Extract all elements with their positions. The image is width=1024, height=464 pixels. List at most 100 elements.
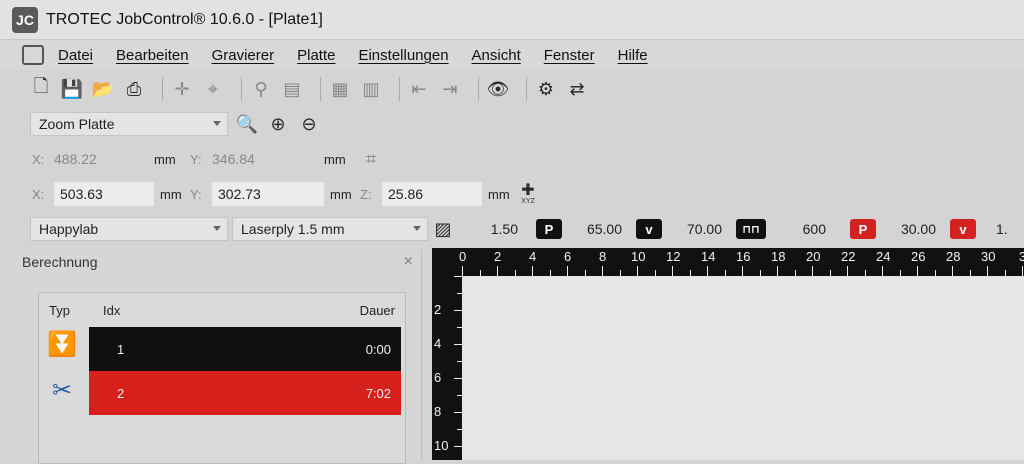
ruler-top-label: 3 (1019, 249, 1024, 264)
ruler-tick (707, 266, 708, 276)
save-icon[interactable]: 💾 (61, 78, 83, 100)
y-input[interactable]: 302.73 (212, 182, 324, 206)
new-file-icon[interactable]: 🗋 (30, 76, 52, 100)
laser-settings-icon[interactable]: ⚲ (250, 78, 272, 100)
velocity-value[interactable]: 70.00 (662, 221, 722, 237)
job-idx: 1 (117, 341, 125, 357)
ruler-tick (882, 266, 883, 276)
menu-datei[interactable]: Datei (58, 47, 93, 64)
header-idx: Idx (103, 303, 121, 318)
ruler-top-label: 26 (911, 249, 926, 264)
toolbar-separator (478, 77, 479, 101)
eye-icon[interactable]: 👁 (487, 78, 510, 100)
x-input[interactable]: 503.63 (54, 182, 154, 206)
panel-header: Berechnung × (14, 250, 421, 274)
job-row[interactable]: 2 7:02 (89, 371, 401, 415)
position-crosshair-icon[interactable]: ✛ (171, 78, 193, 100)
power-badge: P (536, 219, 562, 239)
zoom-out-icon[interactable]: ⊖ (298, 113, 320, 135)
ruler-top-label: 2 (494, 249, 502, 264)
material-value: Laserply 1.5 mm (241, 221, 345, 237)
ruler-tick (1022, 266, 1023, 276)
x-unit: mm (160, 186, 182, 202)
menu-gravierer[interactable]: Gravierer (212, 47, 275, 64)
ruler-tick (952, 266, 953, 276)
zoom-row: Zoom Platte 🔍 ⊕ ⊖ (0, 111, 1024, 137)
ruler-tick (847, 266, 848, 276)
job-settings-icon[interactable]: ▤ (281, 78, 303, 100)
menu-ansicht[interactable]: Ansicht (472, 47, 521, 64)
move-left-icon[interactable]: ⇤ (408, 78, 430, 100)
y-label: Y: (190, 186, 202, 202)
ruler-tick (637, 266, 638, 276)
chevron-down-icon (413, 226, 421, 231)
material-select[interactable]: Laserply 1.5 mm (232, 217, 428, 241)
ruler-tick (454, 276, 462, 277)
engrave-type-icon: ⏬ (47, 330, 77, 358)
ruler-left-label: 2 (434, 302, 442, 317)
z-input[interactable]: 25.86 (382, 182, 482, 206)
ruler-tick (812, 266, 813, 276)
add-job-icon[interactable]: ▦ (329, 78, 351, 100)
power-cut-value[interactable]: 30.00 (876, 221, 936, 237)
power-value[interactable]: 65.00 (562, 221, 622, 237)
menu-bar: Datei Bearbeiten Gravierer Platte Einste… (0, 40, 1024, 70)
close-icon[interactable]: × (404, 253, 413, 271)
menu-hilfe[interactable]: Hilfe (618, 47, 648, 64)
connect-icon[interactable]: ⇄ (566, 78, 588, 100)
zoom-in-icon[interactable]: ⊕ (267, 113, 289, 135)
ruler-tick (987, 266, 988, 276)
ruler-tick (454, 412, 462, 413)
title-bar: JC TROTEC JobControl® 10.6.0 - [Plate1] (0, 0, 1024, 40)
job-list-header: Typ Idx Dauer (39, 303, 407, 323)
job-duration: 7:02 (365, 385, 391, 401)
frequency-value[interactable]: 600 (766, 221, 826, 237)
menu-platte[interactable]: Platte (297, 47, 335, 64)
y-unit: mm (330, 186, 352, 202)
ruler-top-label: 8 (599, 249, 607, 264)
menu-einstellungen[interactable]: Einstellungen (358, 47, 448, 64)
ruler-tick (742, 266, 743, 276)
velocity-cut-value[interactable]: 1. (996, 221, 1008, 237)
menu-bearbeiten[interactable]: Bearbeiten (116, 47, 189, 64)
move-xyz-button[interactable]: ✚ XYZ (516, 181, 540, 205)
ruler-top-label: 22 (841, 249, 856, 264)
job-row[interactable]: 1 0:00 (89, 327, 401, 371)
y-unit: mm (324, 151, 346, 167)
ruler-tick (497, 266, 498, 276)
move-cross-icon: ✚ (521, 181, 535, 199)
print-icon[interactable]: ⎙ (123, 78, 145, 100)
zoom-select[interactable]: Zoom Platte (30, 112, 228, 136)
menu-fenster[interactable]: Fenster (544, 47, 595, 64)
material-group-select[interactable]: Happylab (30, 217, 228, 241)
x-label: X: (32, 186, 45, 202)
ruler-tick (454, 344, 462, 345)
move-right-icon[interactable]: ⇥ (439, 78, 461, 100)
x-value: 488.22 (54, 151, 97, 167)
power-cut-badge: P (850, 219, 876, 239)
z-unit: mm (488, 186, 510, 202)
header-typ: Typ (49, 303, 70, 318)
gear-icon[interactable]: ⚙ (535, 78, 557, 100)
thickness-value[interactable]: 1.50 (454, 221, 518, 237)
ruler-left-label: 6 (434, 370, 442, 385)
plate-canvas[interactable] (462, 276, 1024, 460)
zoom-icon[interactable]: 🔍 (236, 113, 258, 135)
open-folder-icon[interactable]: 📂 (92, 78, 114, 100)
ruler-left-label: 8 (434, 404, 442, 419)
velocity-cut-badge: v (950, 219, 976, 239)
position-marker-icon[interactable]: ⌗ (360, 148, 382, 170)
ruler-top-label: 20 (806, 249, 821, 264)
zoom-select-value: Zoom Platte (39, 116, 115, 132)
ruler-top-label: 16 (736, 249, 751, 264)
position-job-icon[interactable]: ⌖ (202, 78, 224, 100)
system-menu-icon[interactable] (22, 45, 44, 65)
ruler-tick (672, 266, 673, 276)
job-list: Typ Idx Dauer ⏬ 1 0:00 ✂ 2 7:02 (38, 292, 406, 464)
y-value: 346.84 (212, 151, 255, 167)
ruler-top-label: 18 (771, 249, 786, 264)
window-title: TROTEC JobControl® 10.6.0 - [Plate1] (46, 10, 323, 28)
job-queue-icon[interactable]: ▥ (360, 78, 382, 100)
ruler-tick (454, 446, 462, 447)
thickness-icon: ▨ (434, 218, 452, 239)
